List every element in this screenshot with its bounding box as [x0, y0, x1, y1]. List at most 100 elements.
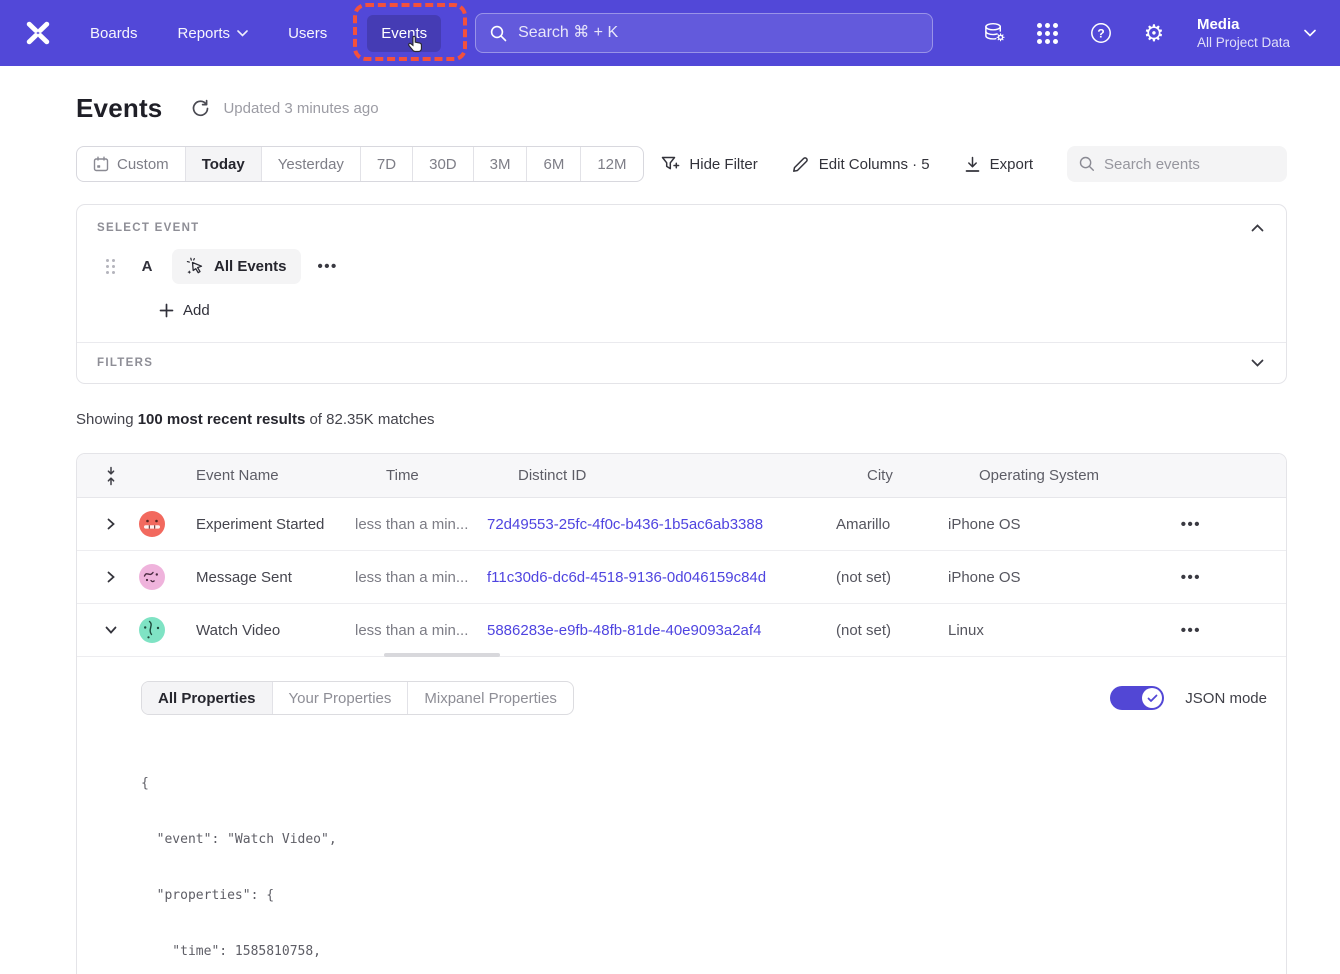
help-icon[interactable]: ? — [1089, 21, 1113, 45]
row-more-button[interactable]: ••• — [1181, 622, 1201, 639]
event-more-button[interactable]: ••• — [318, 258, 338, 275]
refresh-icon[interactable] — [191, 98, 211, 118]
global-search-input[interactable] — [518, 24, 918, 42]
date-option-yesterday[interactable]: Yesterday — [261, 147, 360, 181]
last-updated-text: Updated 3 minutes ago — [223, 100, 378, 117]
cell-event-name: Watch Video — [196, 622, 355, 639]
main-content: Events Updated 3 minutes ago — [0, 92, 1340, 974]
download-icon — [964, 156, 981, 173]
search-events-box — [1067, 146, 1287, 182]
row-more-button[interactable]: ••• — [1181, 516, 1201, 533]
cell-distinct-id-link[interactable]: 5886283e-e9fb-48fb-81de-40e9093a2af4 — [487, 622, 836, 639]
svg-text:?: ? — [1097, 26, 1104, 40]
nav-item-users-label: Users — [288, 25, 327, 42]
project-selector[interactable]: Media All Project Data — [1197, 15, 1316, 51]
table-toolbar: Hide Filter Edit Columns · 5 Export — [661, 146, 1287, 182]
mixpanel-logo[interactable] — [22, 18, 54, 48]
json-mode-control: JSON mode — [1110, 686, 1267, 710]
results-summary: Showing 100 most recent results of 82.35… — [76, 411, 1287, 428]
row-more-button[interactable]: ••• — [1181, 569, 1201, 586]
cell-city: (not set) — [836, 569, 948, 586]
event-selector-chip[interactable]: All Events — [172, 249, 301, 284]
title-row: Events Updated 3 minutes ago — [76, 92, 1287, 124]
json-line: "time": 1585810758, — [141, 943, 1267, 962]
cell-os: iPhone OS — [948, 569, 1128, 586]
settings-gear-icon[interactable]: ⚙ — [1142, 21, 1166, 45]
json-line: "properties": { — [141, 887, 1267, 906]
nav-item-reports[interactable]: Reports — [178, 25, 249, 42]
summary-prefix: Showing — [76, 411, 138, 428]
table-row[interactable]: Message Sent less than a min... f11c30d6… — [77, 551, 1286, 604]
table-row[interactable]: Experiment Started less than a min... 72… — [77, 498, 1286, 551]
chevron-right-icon[interactable] — [101, 518, 121, 530]
date-option-label: 30D — [429, 156, 457, 173]
column-header-city[interactable]: City — [867, 467, 979, 484]
drag-handle-icon[interactable] — [106, 259, 115, 274]
cell-distinct-id-link[interactable]: f11c30d6-dc6d-4518-9136-0d046159c84d — [487, 569, 836, 586]
table-row-expanded[interactable]: Watch Video less than a min... 5886283e-… — [77, 604, 1286, 657]
edit-columns-button[interactable]: Edit Columns · 5 — [792, 155, 930, 173]
nav-items: Boards Reports Users Events — [90, 15, 441, 52]
date-option-30d[interactable]: 30D — [412, 147, 473, 181]
summary-count: 100 most recent results — [138, 411, 306, 428]
column-header-event-name[interactable]: Event Name — [196, 467, 386, 484]
events-table: Event Name Time Distinct ID City Operati… — [76, 453, 1287, 974]
cell-time: less than a min... — [355, 516, 487, 533]
date-option-label: 12M — [597, 156, 626, 173]
chevron-down-icon[interactable] — [101, 626, 121, 634]
sort-icon[interactable] — [101, 466, 121, 486]
event-detail-panel: All Properties Your Properties Mixpanel … — [77, 657, 1286, 974]
json-mode-toggle[interactable] — [1110, 686, 1164, 710]
expand-filters-button[interactable] — [1249, 357, 1266, 369]
query-builder-card: SELECT EVENT A All Events — [76, 204, 1287, 384]
date-range-control: Custom Today Yesterday 7D 30D 3M 6M 12M — [76, 146, 644, 182]
cell-city: (not set) — [836, 622, 948, 639]
events-page: Boards Reports Users Events — [0, 0, 1340, 974]
table-header-row: Event Name Time Distinct ID City Operati… — [77, 454, 1286, 498]
apps-grid-icon[interactable] — [1036, 21, 1060, 45]
date-option-12m[interactable]: 12M — [580, 147, 642, 181]
cell-event-name: Message Sent — [196, 569, 355, 586]
column-header-distinct-id[interactable]: Distinct ID — [518, 467, 867, 484]
nav-item-boards[interactable]: Boards — [90, 25, 138, 42]
event-avatar — [139, 564, 165, 590]
add-label: Add — [183, 302, 210, 319]
tab-all-properties[interactable]: All Properties — [142, 682, 272, 714]
date-option-label: Custom — [117, 156, 169, 173]
collapse-section-button[interactable] — [1249, 222, 1266, 234]
cell-distinct-id-link[interactable]: 72d49553-25fc-4f0c-b436-1b5ac6ab3388 — [487, 516, 836, 533]
select-event-label: SELECT EVENT — [97, 222, 200, 234]
project-text: Media All Project Data — [1197, 15, 1290, 51]
toggle-knob — [1142, 688, 1162, 708]
date-option-label: 3M — [490, 156, 511, 173]
select-event-section: SELECT EVENT A All Events — [77, 205, 1286, 342]
hide-filter-button[interactable]: Hide Filter — [661, 155, 757, 173]
nav-item-reports-label: Reports — [178, 25, 231, 42]
date-option-3m[interactable]: 3M — [473, 147, 527, 181]
column-header-time[interactable]: Time — [386, 467, 518, 484]
horizontal-scrollbar-thumb[interactable] — [384, 653, 500, 657]
add-event-button[interactable]: Add — [159, 302, 229, 319]
hide-filter-label: Hide Filter — [689, 156, 757, 173]
date-option-6m[interactable]: 6M — [526, 147, 580, 181]
date-option-label: 7D — [377, 156, 396, 173]
tab-mixpanel-properties[interactable]: Mixpanel Properties — [407, 682, 573, 714]
nav-item-boards-label: Boards — [90, 25, 138, 42]
top-navbar: Boards Reports Users Events — [0, 0, 1340, 66]
search-events-input[interactable] — [1104, 156, 1275, 173]
search-icon — [1079, 156, 1095, 172]
filters-section: FILTERS — [77, 343, 1286, 383]
column-header-os[interactable]: Operating System — [979, 467, 1159, 484]
tab-your-properties[interactable]: Your Properties — [272, 682, 408, 714]
date-option-today[interactable]: Today — [185, 147, 261, 181]
data-management-icon[interactable] — [983, 21, 1007, 45]
json-mode-label: JSON mode — [1185, 690, 1267, 707]
export-button[interactable]: Export — [964, 156, 1033, 173]
date-option-7d[interactable]: 7D — [360, 147, 412, 181]
nav-item-users[interactable]: Users — [288, 25, 327, 42]
chevron-right-icon[interactable] — [101, 571, 121, 583]
nav-right-cluster: ? ⚙ Media All Project Data — [983, 15, 1316, 51]
date-option-custom[interactable]: Custom — [77, 147, 185, 181]
step-letter: A — [139, 258, 155, 275]
project-name: Media — [1197, 15, 1290, 34]
